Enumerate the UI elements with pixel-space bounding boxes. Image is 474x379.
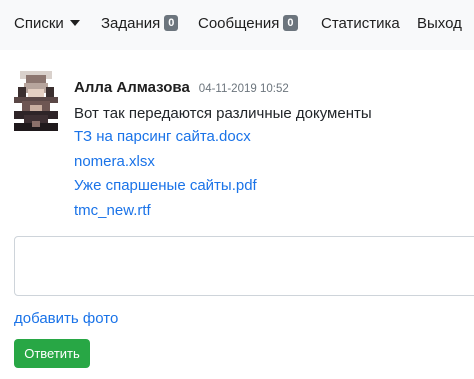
avatar — [14, 71, 58, 131]
nav-messages[interactable]: Сообщения 0 — [198, 14, 298, 32]
top-navbar: Списки Задания 0 Сообщения 0 Статистика … — [0, 0, 474, 50]
nav-tasks[interactable]: Задания 0 — [101, 14, 179, 32]
attachment-link[interactable]: ТЗ на парсинг сайта.docx — [74, 125, 474, 150]
add-photo-link[interactable]: добавить фото — [14, 310, 118, 327]
nav-statistics-label: Статистика — [321, 15, 400, 32]
nav-messages-label: Сообщения — [198, 15, 280, 32]
nav-statistics[interactable]: Статистика — [321, 15, 400, 32]
nav-lists-dropdown[interactable]: Списки — [14, 15, 80, 32]
nav-tasks-label: Задания — [101, 15, 161, 32]
author-name[interactable]: Алла Алмазова — [74, 79, 190, 96]
messages-count-badge: 0 — [283, 14, 298, 31]
message-timestamp: 04-11-2019 10:52 — [198, 83, 289, 95]
caret-down-icon — [69, 19, 80, 26]
attachment-link[interactable]: tmc_new.rtf — [74, 199, 474, 224]
reply-textarea[interactable] — [14, 236, 474, 296]
nav-logout-label: Выход — [417, 15, 462, 32]
attachment-link[interactable]: Уже спаршеные сайты.pdf — [74, 174, 474, 199]
tasks-count-badge: 0 — [164, 14, 179, 31]
message-header: Алла Алмазова 04-11-2019 10:52 — [74, 79, 474, 99]
reply-button[interactable]: Ответить — [14, 339, 90, 368]
nav-logout[interactable]: Выход — [417, 15, 462, 32]
message-block: Алла Алмазова 04-11-2019 10:52 Вот так п… — [74, 79, 474, 224]
nav-lists-label: Списки — [14, 15, 64, 32]
message-text: Вот так передаются различные документы — [74, 105, 372, 122]
attachment-link[interactable]: nomera.xlsx — [74, 150, 474, 175]
